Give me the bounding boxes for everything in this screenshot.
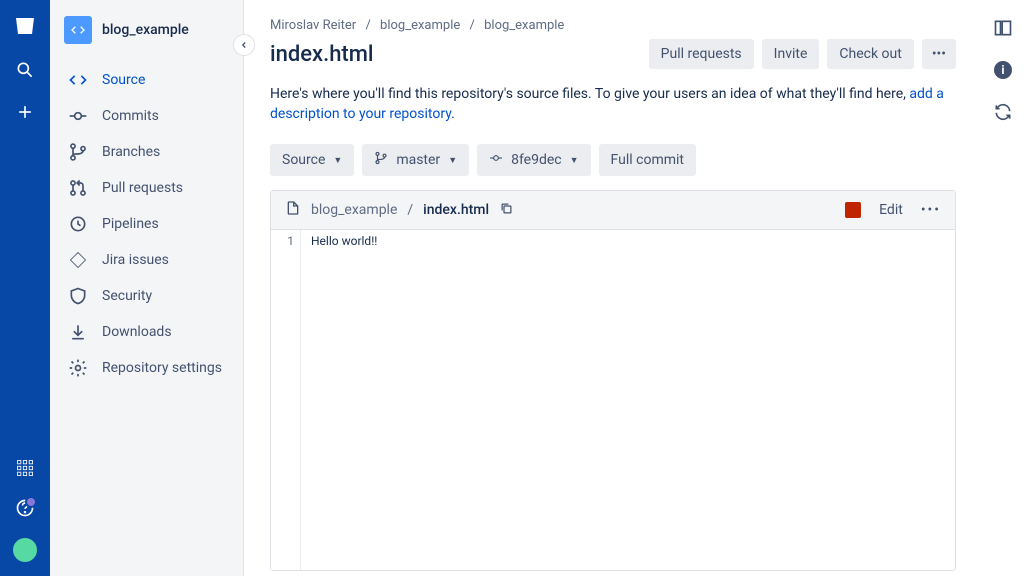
sidebar-nav: Source Commits Branches Pull requests Pi… xyxy=(50,60,243,388)
pipelines-icon xyxy=(68,214,88,234)
contributor-avatar[interactable] xyxy=(845,202,861,218)
breadcrumb-item[interactable]: blog_example xyxy=(380,18,460,33)
breadcrumb-item[interactable]: Miroslav Reiter xyxy=(270,18,356,33)
more-horizontal-icon[interactable]: ••• xyxy=(921,202,941,218)
repo-description: Here's where you'll find this repository… xyxy=(270,85,956,124)
file-panel: blog_example / index.html Edit ••• 1 Hel… xyxy=(270,190,956,571)
file-path-name: index.html xyxy=(423,202,489,218)
sidebar-item-downloads[interactable]: Downloads xyxy=(50,314,243,350)
sidebar-item-label: Security xyxy=(102,288,152,304)
info-icon[interactable]: i xyxy=(993,60,1013,80)
more-actions-button[interactable]: ••• xyxy=(922,39,956,69)
plus-icon[interactable] xyxy=(15,102,35,122)
sidebar-item-commits[interactable]: Commits xyxy=(50,98,243,134)
branch-icon xyxy=(374,151,388,169)
source-dropdown[interactable]: Source ▼ xyxy=(270,144,354,176)
shield-icon xyxy=(68,286,88,306)
sidebar-item-pipelines[interactable]: Pipelines xyxy=(50,206,243,242)
commit-icon xyxy=(489,151,503,169)
page-title: index.html xyxy=(270,42,374,67)
help-icon[interactable] xyxy=(15,498,35,518)
breadcrumb-item[interactable]: blog_example xyxy=(484,18,564,33)
pull-requests-button[interactable]: Pull requests xyxy=(649,39,754,69)
full-commit-button[interactable]: Full commit xyxy=(599,144,696,176)
gear-icon xyxy=(68,358,88,378)
sidebar-item-pull-requests[interactable]: Pull requests xyxy=(50,170,243,206)
bitbucket-logo-icon[interactable] xyxy=(13,14,37,38)
chevron-down-icon: ▼ xyxy=(333,155,342,166)
sidebar-item-label: Pipelines xyxy=(102,216,159,232)
file-panel-header: blog_example / index.html Edit ••• xyxy=(271,191,955,230)
sidebar-item-jira-issues[interactable]: Jira issues xyxy=(50,242,243,278)
more-horizontal-icon: ••• xyxy=(932,46,946,62)
main-content: Miroslav Reiter / blog_example / blog_ex… xyxy=(244,0,982,576)
file-path-dir[interactable]: blog_example xyxy=(311,202,397,218)
sidebar-item-repository-settings[interactable]: Repository settings xyxy=(50,350,243,386)
line-number-gutter: 1 xyxy=(271,230,301,570)
chevron-down-icon: ▼ xyxy=(448,155,457,166)
apps-grid-icon[interactable] xyxy=(15,458,35,478)
jira-icon xyxy=(68,250,88,270)
file-icon xyxy=(285,200,301,220)
chevron-down-icon: ▼ xyxy=(570,155,579,166)
sidebar-item-label: Source xyxy=(102,72,145,88)
source-toolbar: Source ▼ master ▼ 8fe9dec ▼ Full commit xyxy=(270,144,956,176)
repo-name: blog_example xyxy=(102,22,189,38)
right-rail: i xyxy=(982,0,1024,576)
sync-icon[interactable] xyxy=(993,102,1013,122)
commit-dropdown[interactable]: 8fe9dec ▼ xyxy=(477,144,590,176)
pull-request-icon xyxy=(68,178,88,198)
breadcrumb: Miroslav Reiter / blog_example / blog_ex… xyxy=(270,18,956,33)
sidebar-item-label: Commits xyxy=(102,108,159,124)
commit-icon xyxy=(68,106,88,126)
repo-code-icon xyxy=(64,16,92,44)
sidebar-item-label: Jira issues xyxy=(102,252,169,268)
sidebar-item-security[interactable]: Security xyxy=(50,278,243,314)
global-nav xyxy=(0,0,50,576)
sidebar-item-label: Branches xyxy=(102,144,160,160)
sidebar-item-label: Pull requests xyxy=(102,180,183,196)
details-panel-icon[interactable] xyxy=(993,18,1013,38)
sidebar-header: blog_example xyxy=(50,0,243,60)
branch-icon xyxy=(68,142,88,162)
search-icon[interactable] xyxy=(15,60,35,80)
invite-button[interactable]: Invite xyxy=(762,39,820,69)
sidebar-item-label: Downloads xyxy=(102,324,172,340)
branch-dropdown[interactable]: master ▼ xyxy=(362,144,469,176)
download-icon xyxy=(68,322,88,342)
sidebar-item-source[interactable]: Source xyxy=(50,62,243,98)
sidebar: blog_example Source Commits Branches Pul… xyxy=(50,0,244,576)
check-out-button[interactable]: Check out xyxy=(827,39,913,69)
copy-icon[interactable] xyxy=(499,201,514,220)
file-content: 1 Hello world!! xyxy=(271,230,955,570)
sidebar-item-label: Repository settings xyxy=(102,360,222,376)
code-icon xyxy=(68,70,88,90)
avatar[interactable] xyxy=(13,538,37,562)
code-area: Hello world!! xyxy=(301,230,955,570)
header-actions: Pull requests Invite Check out ••• xyxy=(649,39,956,69)
sidebar-item-branches[interactable]: Branches xyxy=(50,134,243,170)
edit-button[interactable]: Edit xyxy=(879,202,903,218)
